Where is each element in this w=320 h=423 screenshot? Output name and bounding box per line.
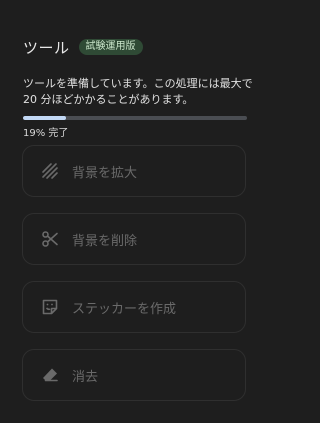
tool-label: ステッカーを作成 [72,301,177,317]
scissors-icon [41,230,59,248]
remove-background-button[interactable]: 背景を削除 [22,213,246,265]
tool-label: 背景を削除 [72,233,138,249]
experimental-badge: 試験運用版 [78,39,143,55]
expand-background-button[interactable]: 背景を拡大 [22,145,246,197]
expand-background-icon [41,162,59,180]
create-sticker-button[interactable]: ステッカーを作成 [22,281,246,333]
tools-header: ツール 試験運用版 [23,37,143,57]
preparing-description: ツールを準備しています。この処理には最大で 20 分ほどかかることがあります。 [23,77,253,106]
sticker-icon [41,298,59,316]
tool-label: 背景を拡大 [72,165,138,181]
erase-button[interactable]: 消去 [22,349,246,401]
progress-bar [23,116,247,120]
tool-label: 消去 [72,369,99,385]
progress-bar-fill [23,116,66,120]
progress-label: 19% 完了 [23,128,69,139]
eraser-icon [41,366,59,384]
panel-title: ツール [23,38,70,57]
